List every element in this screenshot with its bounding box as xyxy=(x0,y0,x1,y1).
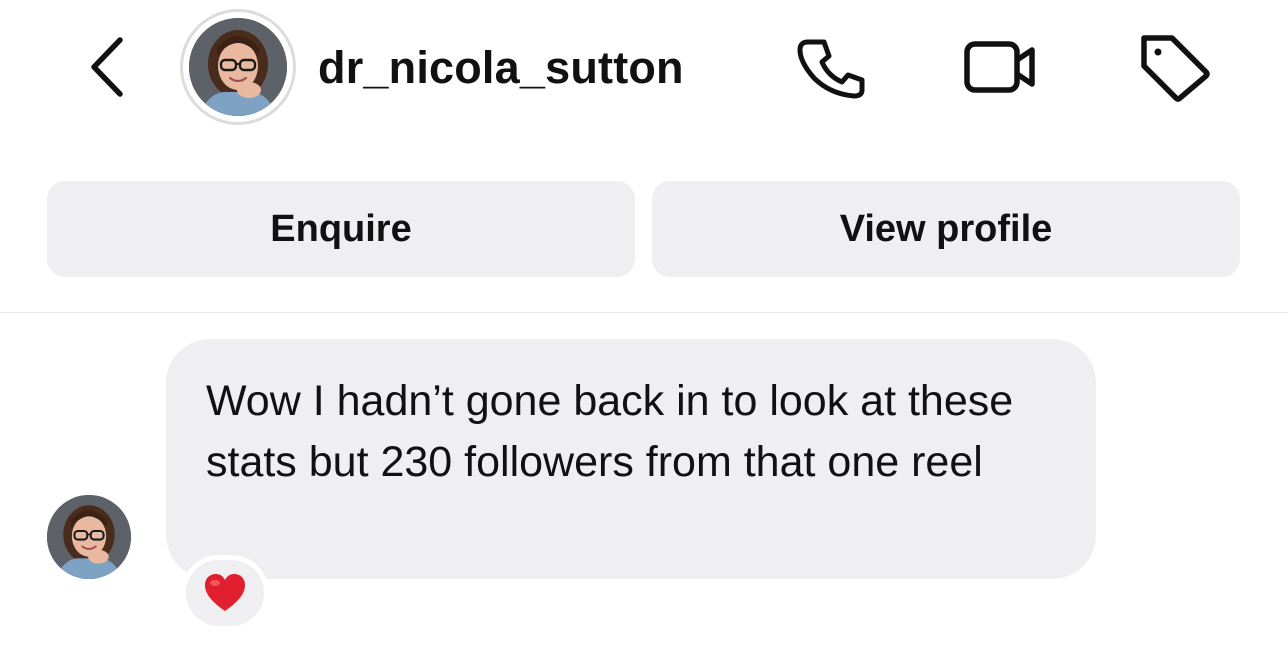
divider xyxy=(0,312,1288,313)
contact-avatar[interactable] xyxy=(180,9,296,125)
avatar xyxy=(47,495,131,579)
back-button[interactable] xyxy=(84,34,134,100)
message-bubble[interactable]: Wow I hadn’t gone back in to look at the… xyxy=(166,339,1096,579)
audio-call-button[interactable] xyxy=(796,34,868,100)
chat-header: dr_nicola_sutton xyxy=(0,0,1288,150)
avatar xyxy=(189,18,287,116)
red-heart-emoji-icon xyxy=(205,574,245,611)
heart-reaction[interactable] xyxy=(181,555,269,631)
view-profile-button[interactable]: View profile xyxy=(652,181,1240,277)
tag-icon xyxy=(1141,35,1210,102)
contact-username[interactable]: dr_nicola_sutton xyxy=(318,40,684,96)
chevron-left-icon xyxy=(91,37,123,97)
message-text: Wow I hadn’t gone back in to look at the… xyxy=(206,377,1014,486)
enquire-button[interactable]: Enquire xyxy=(47,181,635,277)
tag-button[interactable] xyxy=(1136,30,1212,102)
phone-icon xyxy=(797,39,865,99)
video-camera-icon xyxy=(964,41,1035,93)
sender-avatar[interactable] xyxy=(47,495,131,579)
video-call-button[interactable] xyxy=(960,34,1040,100)
